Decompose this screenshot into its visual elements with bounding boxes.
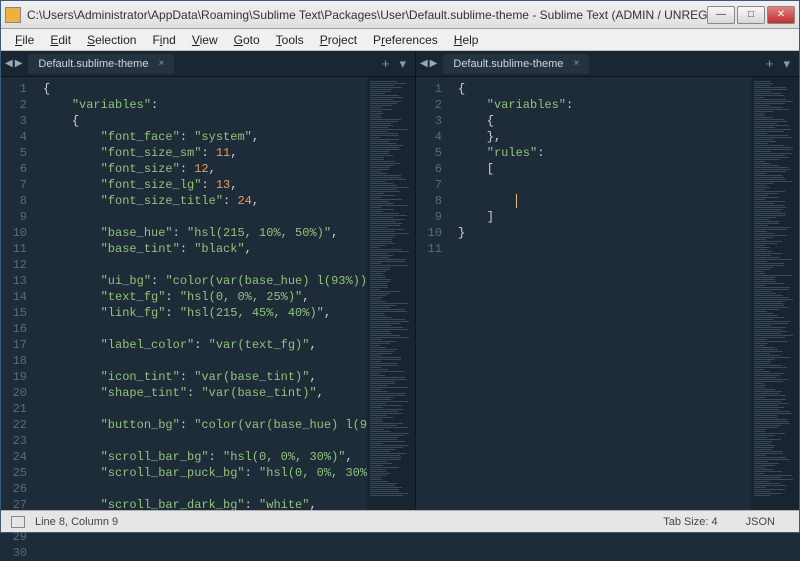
menu-find[interactable]: Find <box>144 31 183 49</box>
right-pane: ◀ ▶ Default.sublime-theme × + ▾ 1 2 3 4 … <box>416 51 799 510</box>
tab-label: Default.sublime-theme <box>453 58 563 70</box>
menubar: File Edit Selection Find View Goto Tools… <box>1 29 799 51</box>
minimize-icon: — <box>716 9 726 20</box>
menu-tools[interactable]: Tools <box>268 31 312 49</box>
content-area: ◀ ▶ Default.sublime-theme × + ▾ 1 2 3 4 … <box>1 51 799 510</box>
menu-view[interactable]: View <box>184 31 226 49</box>
right-minimap[interactable] <box>751 77 799 510</box>
statusbar-icon[interactable] <box>11 516 25 528</box>
maximize-icon: □ <box>748 9 754 20</box>
menu-goto[interactable]: Goto <box>226 31 268 49</box>
new-tab-button[interactable]: + <box>377 56 395 71</box>
right-gutter: 1 2 3 4 5 6 7 8 9 10 11 <box>416 77 450 510</box>
tab-size[interactable]: Tab Size: 4 <box>649 516 731 528</box>
cursor-position[interactable]: Line 8, Column 9 <box>35 516 118 528</box>
tabs-left-arrow-icon[interactable]: ◀ <box>5 58 13 69</box>
menu-edit[interactable]: Edit <box>42 31 79 49</box>
menu-help[interactable]: Help <box>446 31 487 49</box>
right-tabrow: ◀ ▶ Default.sublime-theme × + ▾ <box>416 51 799 77</box>
tab-left-file[interactable]: Default.sublime-theme × <box>28 54 174 74</box>
tab-menu-button[interactable]: ▾ <box>394 56 411 72</box>
right-editor[interactable]: 1 2 3 4 5 6 7 8 9 10 11 { "variables": {… <box>416 77 799 510</box>
tabs-right-arrow-icon[interactable]: ▶ <box>15 58 23 69</box>
tab-menu-button[interactable]: ▾ <box>778 56 795 72</box>
maximize-button[interactable]: □ <box>737 6 765 24</box>
window-title: C:\Users\Administrator\AppData\Roaming\S… <box>27 8 707 22</box>
right-code[interactable]: { "variables": { }, "rules": [ ] } <box>450 77 751 510</box>
left-editor[interactable]: 1 2 3 4 5 6 7 8 9 10 11 12 13 14 15 16 1… <box>1 77 415 510</box>
new-tab-button[interactable]: + <box>761 56 779 71</box>
tab-right-file[interactable]: Default.sublime-theme × <box>443 54 589 74</box>
menu-file[interactable]: File <box>7 31 42 49</box>
left-code[interactable]: { "variables": { "font_face": "system", … <box>35 77 367 510</box>
left-tabrow: ◀ ▶ Default.sublime-theme × + ▾ <box>1 51 415 77</box>
minimize-button[interactable]: — <box>707 6 735 24</box>
tab-close-icon[interactable]: × <box>573 58 579 69</box>
titlebar[interactable]: C:\Users\Administrator\AppData\Roaming\S… <box>1 1 799 29</box>
left-minimap[interactable] <box>367 77 415 510</box>
statusbar: Line 8, Column 9 Tab Size: 4 JSON <box>1 510 799 532</box>
close-icon: ✕ <box>777 9 785 20</box>
tab-label: Default.sublime-theme <box>38 58 148 70</box>
tab-close-icon[interactable]: × <box>158 58 164 69</box>
left-pane: ◀ ▶ Default.sublime-theme × + ▾ 1 2 3 4 … <box>1 51 416 510</box>
left-gutter: 1 2 3 4 5 6 7 8 9 10 11 12 13 14 15 16 1… <box>1 77 35 510</box>
menu-project[interactable]: Project <box>312 31 365 49</box>
app-icon <box>5 7 21 23</box>
menu-selection[interactable]: Selection <box>79 31 144 49</box>
tabs-right-arrow-icon[interactable]: ▶ <box>430 58 438 69</box>
close-button[interactable]: ✕ <box>767 6 795 24</box>
tabs-left-arrow-icon[interactable]: ◀ <box>420 58 428 69</box>
menu-preferences[interactable]: Preferences <box>365 31 446 49</box>
syntax-mode[interactable]: JSON <box>732 516 789 528</box>
